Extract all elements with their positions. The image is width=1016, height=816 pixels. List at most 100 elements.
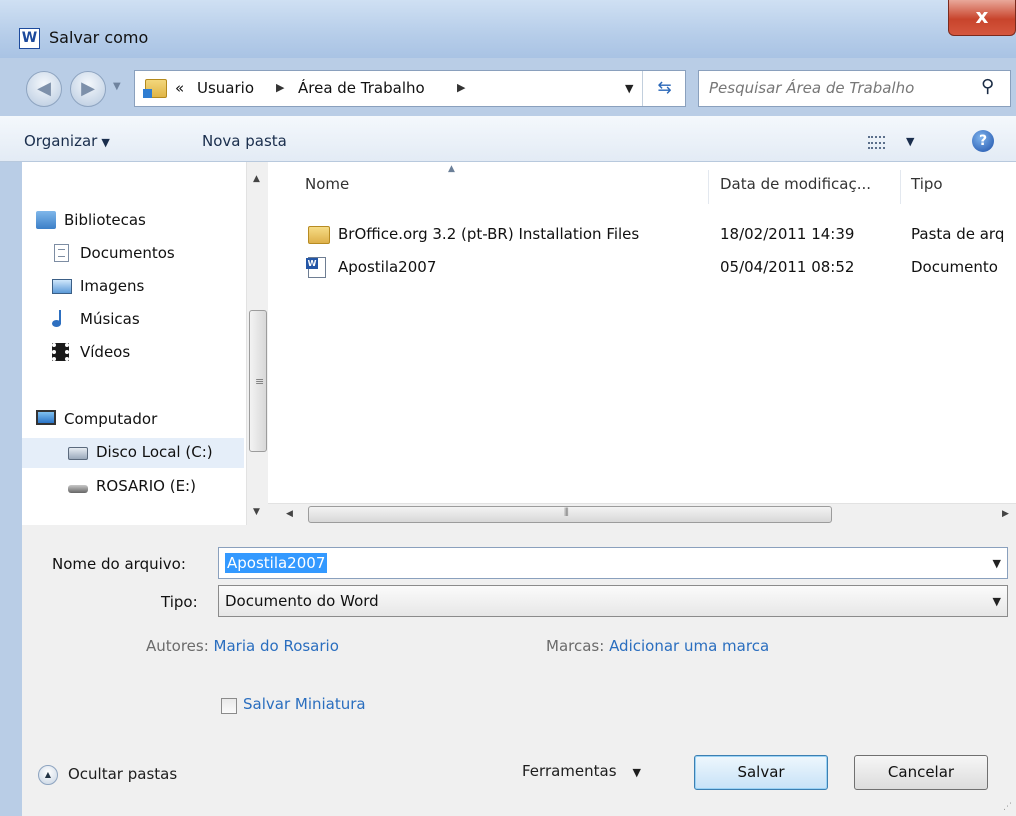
breadcrumb-usuario[interactable]: Usuario xyxy=(197,79,254,97)
nav-item-computador[interactable]: Computador xyxy=(30,405,240,435)
scrollbar-thumb[interactable]: ≡ xyxy=(249,310,267,452)
word-doc-icon xyxy=(306,257,326,278)
nav-item-label: ROSARIO (E:) xyxy=(96,477,196,495)
navigation-pane: Bibliotecas Documentos Imagens Músicas V… xyxy=(22,162,246,525)
column-divider[interactable] xyxy=(900,170,901,204)
location-folder-icon xyxy=(143,79,167,98)
save-form: Nome do arquivo: Apostila2007 ▼ Tipo: Do… xyxy=(22,525,1016,816)
organize-menu[interactable]: Organizar ▼ xyxy=(24,132,110,150)
browser-area: Bibliotecas Documentos Imagens Músicas V… xyxy=(22,162,1016,525)
scroll-down-icon[interactable]: ▼ xyxy=(253,507,260,517)
nav-item-disco-local[interactable]: Disco Local (C:) xyxy=(22,438,244,468)
nav-item-rosario[interactable]: ROSARIO (E:) xyxy=(30,472,240,502)
cancel-button[interactable]: Cancelar xyxy=(854,755,988,790)
sort-ascending-icon: ▲ xyxy=(448,164,455,174)
nav-item-documentos[interactable]: Documentos xyxy=(30,239,240,269)
new-folder-button[interactable]: Nova pasta xyxy=(202,132,287,150)
nav-item-label: Computador xyxy=(64,410,158,428)
hide-folders-label: Ocultar pastas xyxy=(68,765,178,783)
view-options-icon[interactable] xyxy=(868,136,885,149)
save-thumbnail-label[interactable]: Salvar Miniatura xyxy=(243,695,366,713)
save-as-dialog: W Salvar como x ◀ ▶ ▼ « Usuario ▶ Área d… xyxy=(0,0,1016,816)
save-thumbnail-checkbox[interactable] xyxy=(221,698,237,714)
chevron-down-icon[interactable]: ▼ xyxy=(993,595,1001,608)
address-dropdown-icon[interactable]: ▼ xyxy=(625,82,633,95)
authors-value[interactable]: Maria do Rosario xyxy=(214,637,339,655)
file-type: Documento xyxy=(911,258,998,276)
help-icon[interactable]: ? xyxy=(972,130,994,152)
search-input[interactable]: Pesquisar Área de Trabalho ⚲ xyxy=(698,70,1011,107)
column-divider[interactable] xyxy=(708,170,709,204)
tags-label: Marcas: xyxy=(546,637,605,655)
nav-item-imagens[interactable]: Imagens xyxy=(30,272,240,302)
file-list-scrollbar[interactable]: ◀ ⦀ ▶ xyxy=(268,503,1016,525)
type-label: Tipo: xyxy=(161,593,198,611)
file-name: BrOffice.org 3.2 (pt-BR) Installation Fi… xyxy=(338,225,640,243)
tags-value[interactable]: Adicionar uma marca xyxy=(609,637,769,655)
close-button[interactable]: x xyxy=(948,0,1016,36)
tools-label: Ferramentas xyxy=(522,762,617,780)
file-row[interactable]: Apostila2007 05/04/2011 08:52 Documento xyxy=(268,255,1016,281)
file-date: 05/04/2011 08:52 xyxy=(720,258,855,276)
forward-button[interactable]: ▶ xyxy=(70,71,106,107)
file-name: Apostila2007 xyxy=(338,258,437,276)
forward-arrow-icon: ▶ xyxy=(81,78,95,99)
filename-value[interactable]: Apostila2007 xyxy=(225,553,328,573)
scroll-up-icon[interactable]: ▲ xyxy=(253,174,260,184)
word-app-icon: W xyxy=(19,28,40,49)
scroll-left-icon[interactable]: ◀ xyxy=(286,509,293,519)
chevron-down-icon[interactable]: ▼ xyxy=(993,557,1001,570)
refresh-icon: ⇆ xyxy=(657,78,672,98)
scroll-right-icon[interactable]: ▶ xyxy=(1002,509,1009,519)
resize-grip-icon[interactable]: ⋰ xyxy=(1003,802,1012,812)
nav-item-label: Documentos xyxy=(80,244,175,262)
breadcrumb-overflow[interactable]: « xyxy=(175,79,184,97)
save-button[interactable]: Salvar xyxy=(694,755,828,790)
scrollbar-thumb[interactable]: ⦀ xyxy=(308,506,832,523)
breadcrumb-separator-icon[interactable]: ▶ xyxy=(276,81,284,94)
column-header-date[interactable]: Data de modificaç... xyxy=(720,175,871,193)
column-header-name[interactable]: Nome xyxy=(305,175,349,193)
nav-item-bibliotecas[interactable]: Bibliotecas xyxy=(30,206,240,236)
view-dropdown-icon[interactable]: ▼ xyxy=(906,135,914,148)
breadcrumb-separator-icon[interactable]: ▶ xyxy=(457,81,465,94)
file-row[interactable]: BrOffice.org 3.2 (pt-BR) Installation Fi… xyxy=(268,222,1016,248)
documents-icon xyxy=(54,244,69,262)
nav-item-videos[interactable]: Vídeos xyxy=(30,338,240,368)
nav-item-label: Bibliotecas xyxy=(64,211,146,229)
music-icon xyxy=(52,310,70,328)
pictures-icon xyxy=(52,279,72,294)
grip-icon: ≡ xyxy=(255,375,265,388)
window-title: Salvar como xyxy=(49,28,149,47)
nav-item-label: Imagens xyxy=(80,277,145,295)
breadcrumb-area-de-trabalho[interactable]: Área de Trabalho xyxy=(298,79,425,97)
recent-locations-dropdown[interactable]: ▼ xyxy=(113,81,121,92)
authors-label: Autores: xyxy=(146,637,209,655)
tools-menu[interactable]: Ferramentas ▼ xyxy=(522,762,641,780)
nav-item-label: Disco Local (C:) xyxy=(96,443,213,461)
chevron-down-icon: ▼ xyxy=(101,136,110,149)
search-icon[interactable]: ⚲ xyxy=(981,76,994,97)
title-bar: W Salvar como x xyxy=(0,0,1016,58)
tags-field: Marcas: Adicionar uma marca xyxy=(546,637,769,655)
navigation-bar: ◀ ▶ ▼ « Usuario ▶ Área de Trabalho ▶ ▼ ⇆… xyxy=(0,58,1016,116)
address-bar[interactable]: « Usuario ▶ Área de Trabalho ▶ ▼ ⇆ xyxy=(134,70,686,107)
nav-item-label: Músicas xyxy=(80,310,140,328)
grip-icon: ⦀ xyxy=(564,506,569,519)
folder-icon xyxy=(308,226,330,244)
nav-item-musicas[interactable]: Músicas xyxy=(30,305,240,335)
filename-field[interactable]: Apostila2007 ▼ xyxy=(218,547,1008,579)
nav-pane-scrollbar[interactable]: ▲ ≡ ▼ xyxy=(246,162,268,525)
column-header-type[interactable]: Tipo xyxy=(911,175,943,193)
authors-field: Autores: Maria do Rosario xyxy=(146,637,339,655)
library-icon xyxy=(36,211,56,229)
file-type: Pasta de arq xyxy=(911,225,1005,243)
file-type-select[interactable]: Documento do Word ▼ xyxy=(218,585,1008,617)
search-placeholder: Pesquisar Área de Trabalho xyxy=(709,79,915,97)
back-button[interactable]: ◀ xyxy=(26,71,62,107)
nav-item-label: Vídeos xyxy=(80,343,131,361)
file-type-value: Documento do Word xyxy=(225,592,379,610)
organize-label: Organizar xyxy=(24,132,98,150)
refresh-button[interactable]: ⇆ xyxy=(642,71,686,106)
command-toolbar: Organizar ▼ Nova pasta ▼ ? xyxy=(0,116,1016,162)
